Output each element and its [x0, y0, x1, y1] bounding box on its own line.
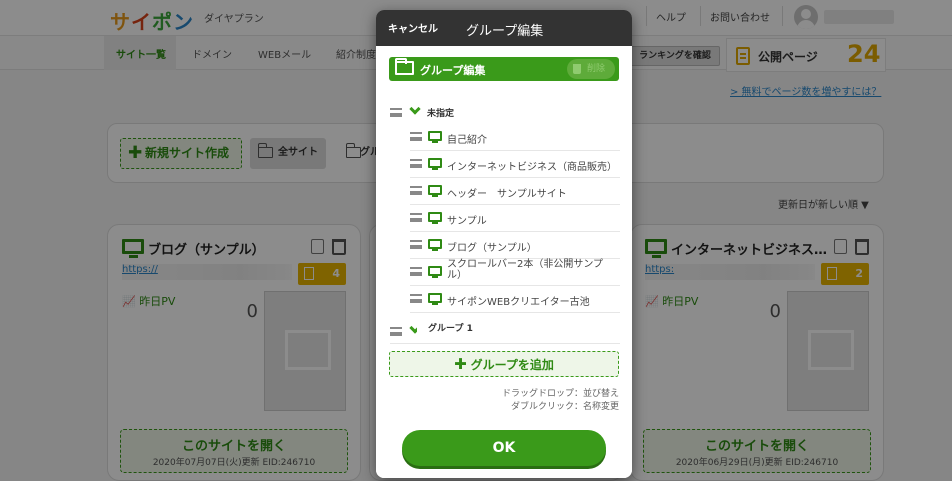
monitor-icon — [428, 212, 442, 224]
add-group-button[interactable]: ✚ グループを追加 — [389, 351, 619, 377]
drag-handle-icon[interactable] — [410, 267, 422, 276]
site-list-item[interactable]: ブログ（サンプル） — [410, 232, 620, 259]
hint-drag: ドラッグドロップ：並び替え — [501, 389, 619, 399]
site-name: 自己紹介 — [447, 135, 487, 146]
group-edit-modal: キャンセル グループ編集 グループ編集 削除 未指定 自己紹介 インターネットビ… — [376, 10, 632, 478]
delete-label: 削除 — [587, 64, 606, 74]
chevron-down-icon[interactable] — [409, 103, 421, 115]
hint-dblclick: ダブルクリック：名称変更 — [510, 402, 619, 412]
monitor-icon — [428, 239, 442, 251]
trash-icon — [573, 64, 581, 74]
drag-handle-icon[interactable] — [390, 108, 402, 117]
group-name-field[interactable]: グループ 1 — [419, 317, 508, 341]
group-label: 未指定 — [427, 109, 455, 119]
monitor-icon — [428, 158, 442, 170]
site-name: インターネットビジネス（商品販売） — [447, 162, 617, 173]
site-name: サンプル — [447, 216, 487, 227]
monitor-icon — [428, 293, 442, 305]
ok-button[interactable]: OK — [402, 430, 606, 466]
drag-handle-icon[interactable] — [410, 159, 422, 168]
monitor-icon — [428, 131, 442, 143]
modal-body: グループ編集 削除 未指定 自己紹介 インターネットビジネス（商品販売） ヘッダ… — [376, 46, 632, 478]
monitor-icon — [428, 185, 442, 197]
group-header-label: グループ編集 — [420, 64, 486, 77]
site-list-item[interactable]: スクロールバー2本（非公開サンプル） — [410, 259, 620, 286]
monitor-icon — [428, 266, 442, 278]
drag-handle-icon[interactable] — [410, 186, 422, 195]
group-row-unassigned[interactable]: 未指定 — [390, 102, 620, 124]
divider — [390, 343, 620, 344]
site-list-item[interactable]: サンプル — [410, 205, 620, 232]
add-group-label: グループを追加 — [470, 358, 554, 372]
site-name: ブログ（サンプル） — [447, 243, 537, 254]
drag-handle-icon[interactable] — [410, 240, 422, 249]
drag-handle-icon[interactable] — [410, 213, 422, 222]
drag-handle-icon[interactable] — [390, 327, 402, 336]
modal-title: グループ編集 — [466, 24, 544, 39]
drag-handle-icon[interactable] — [410, 294, 422, 303]
plus-icon: ✚ — [454, 355, 467, 373]
modal-header: キャンセル グループ編集 — [376, 10, 632, 46]
site-name: ヘッダー サンプルサイト — [447, 189, 567, 200]
drag-handle-icon[interactable] — [410, 132, 422, 141]
cancel-button[interactable]: キャンセル — [388, 20, 438, 35]
site-name: サイポンWEBクリエイター古池 — [447, 297, 590, 308]
site-list-item[interactable]: サイポンWEBクリエイター古池 — [410, 286, 620, 313]
site-name: スクロールバー2本（非公開サンプル） — [447, 259, 604, 281]
site-list-item[interactable]: ヘッダー サンプルサイト — [410, 178, 620, 205]
folder-open-icon — [395, 58, 414, 75]
delete-button[interactable]: 削除 — [567, 59, 615, 79]
group-header-bar: グループ編集 削除 — [389, 57, 619, 81]
site-list-item[interactable]: インターネットビジネス（商品販売） — [410, 151, 620, 178]
site-list-item[interactable]: 自己紹介 — [410, 124, 620, 151]
